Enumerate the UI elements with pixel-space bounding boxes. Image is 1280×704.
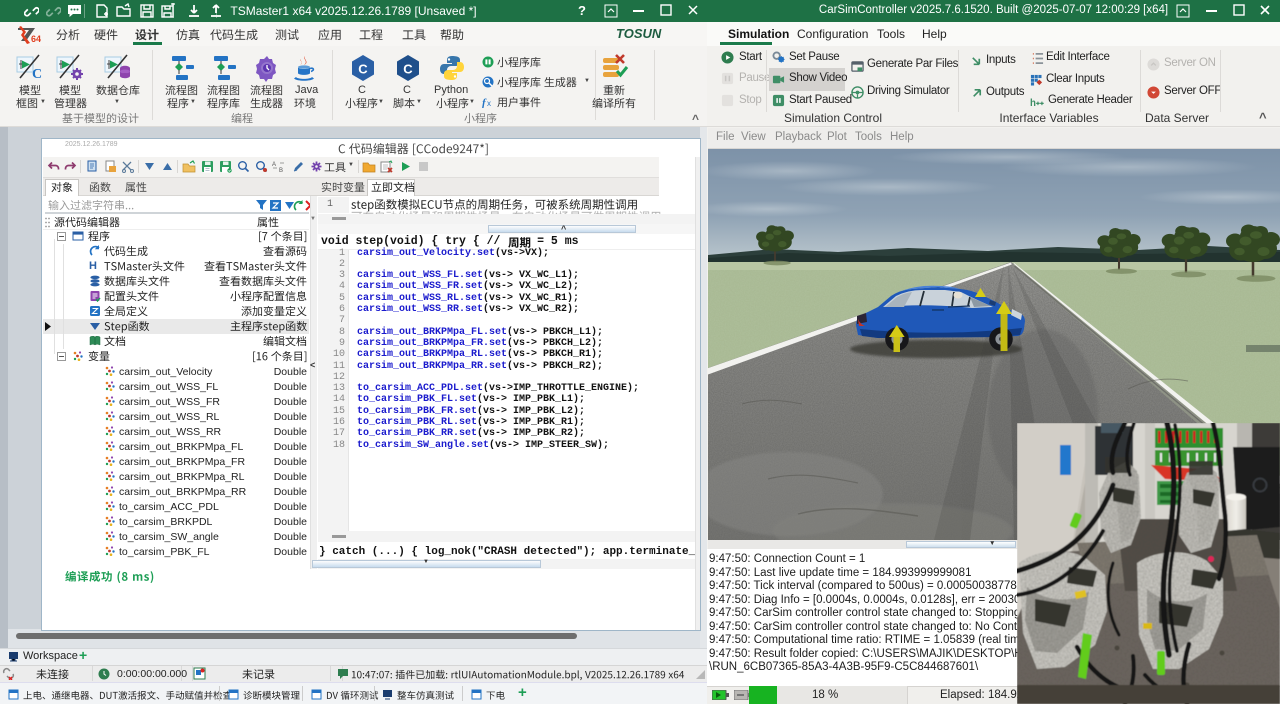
- svg-text:C: C: [32, 67, 42, 82]
- svg-text:B: B: [279, 168, 283, 173]
- svg-text:A: A: [272, 162, 276, 168]
- svg-text:C: C: [358, 62, 368, 77]
- svg-text:x: x: [487, 99, 491, 108]
- svg-text:h: h: [1030, 98, 1036, 109]
- svg-text:TOSUN: TOSUN: [616, 26, 662, 41]
- svg-text:64: 64: [31, 34, 41, 44]
- svg-text:C: C: [403, 62, 413, 77]
